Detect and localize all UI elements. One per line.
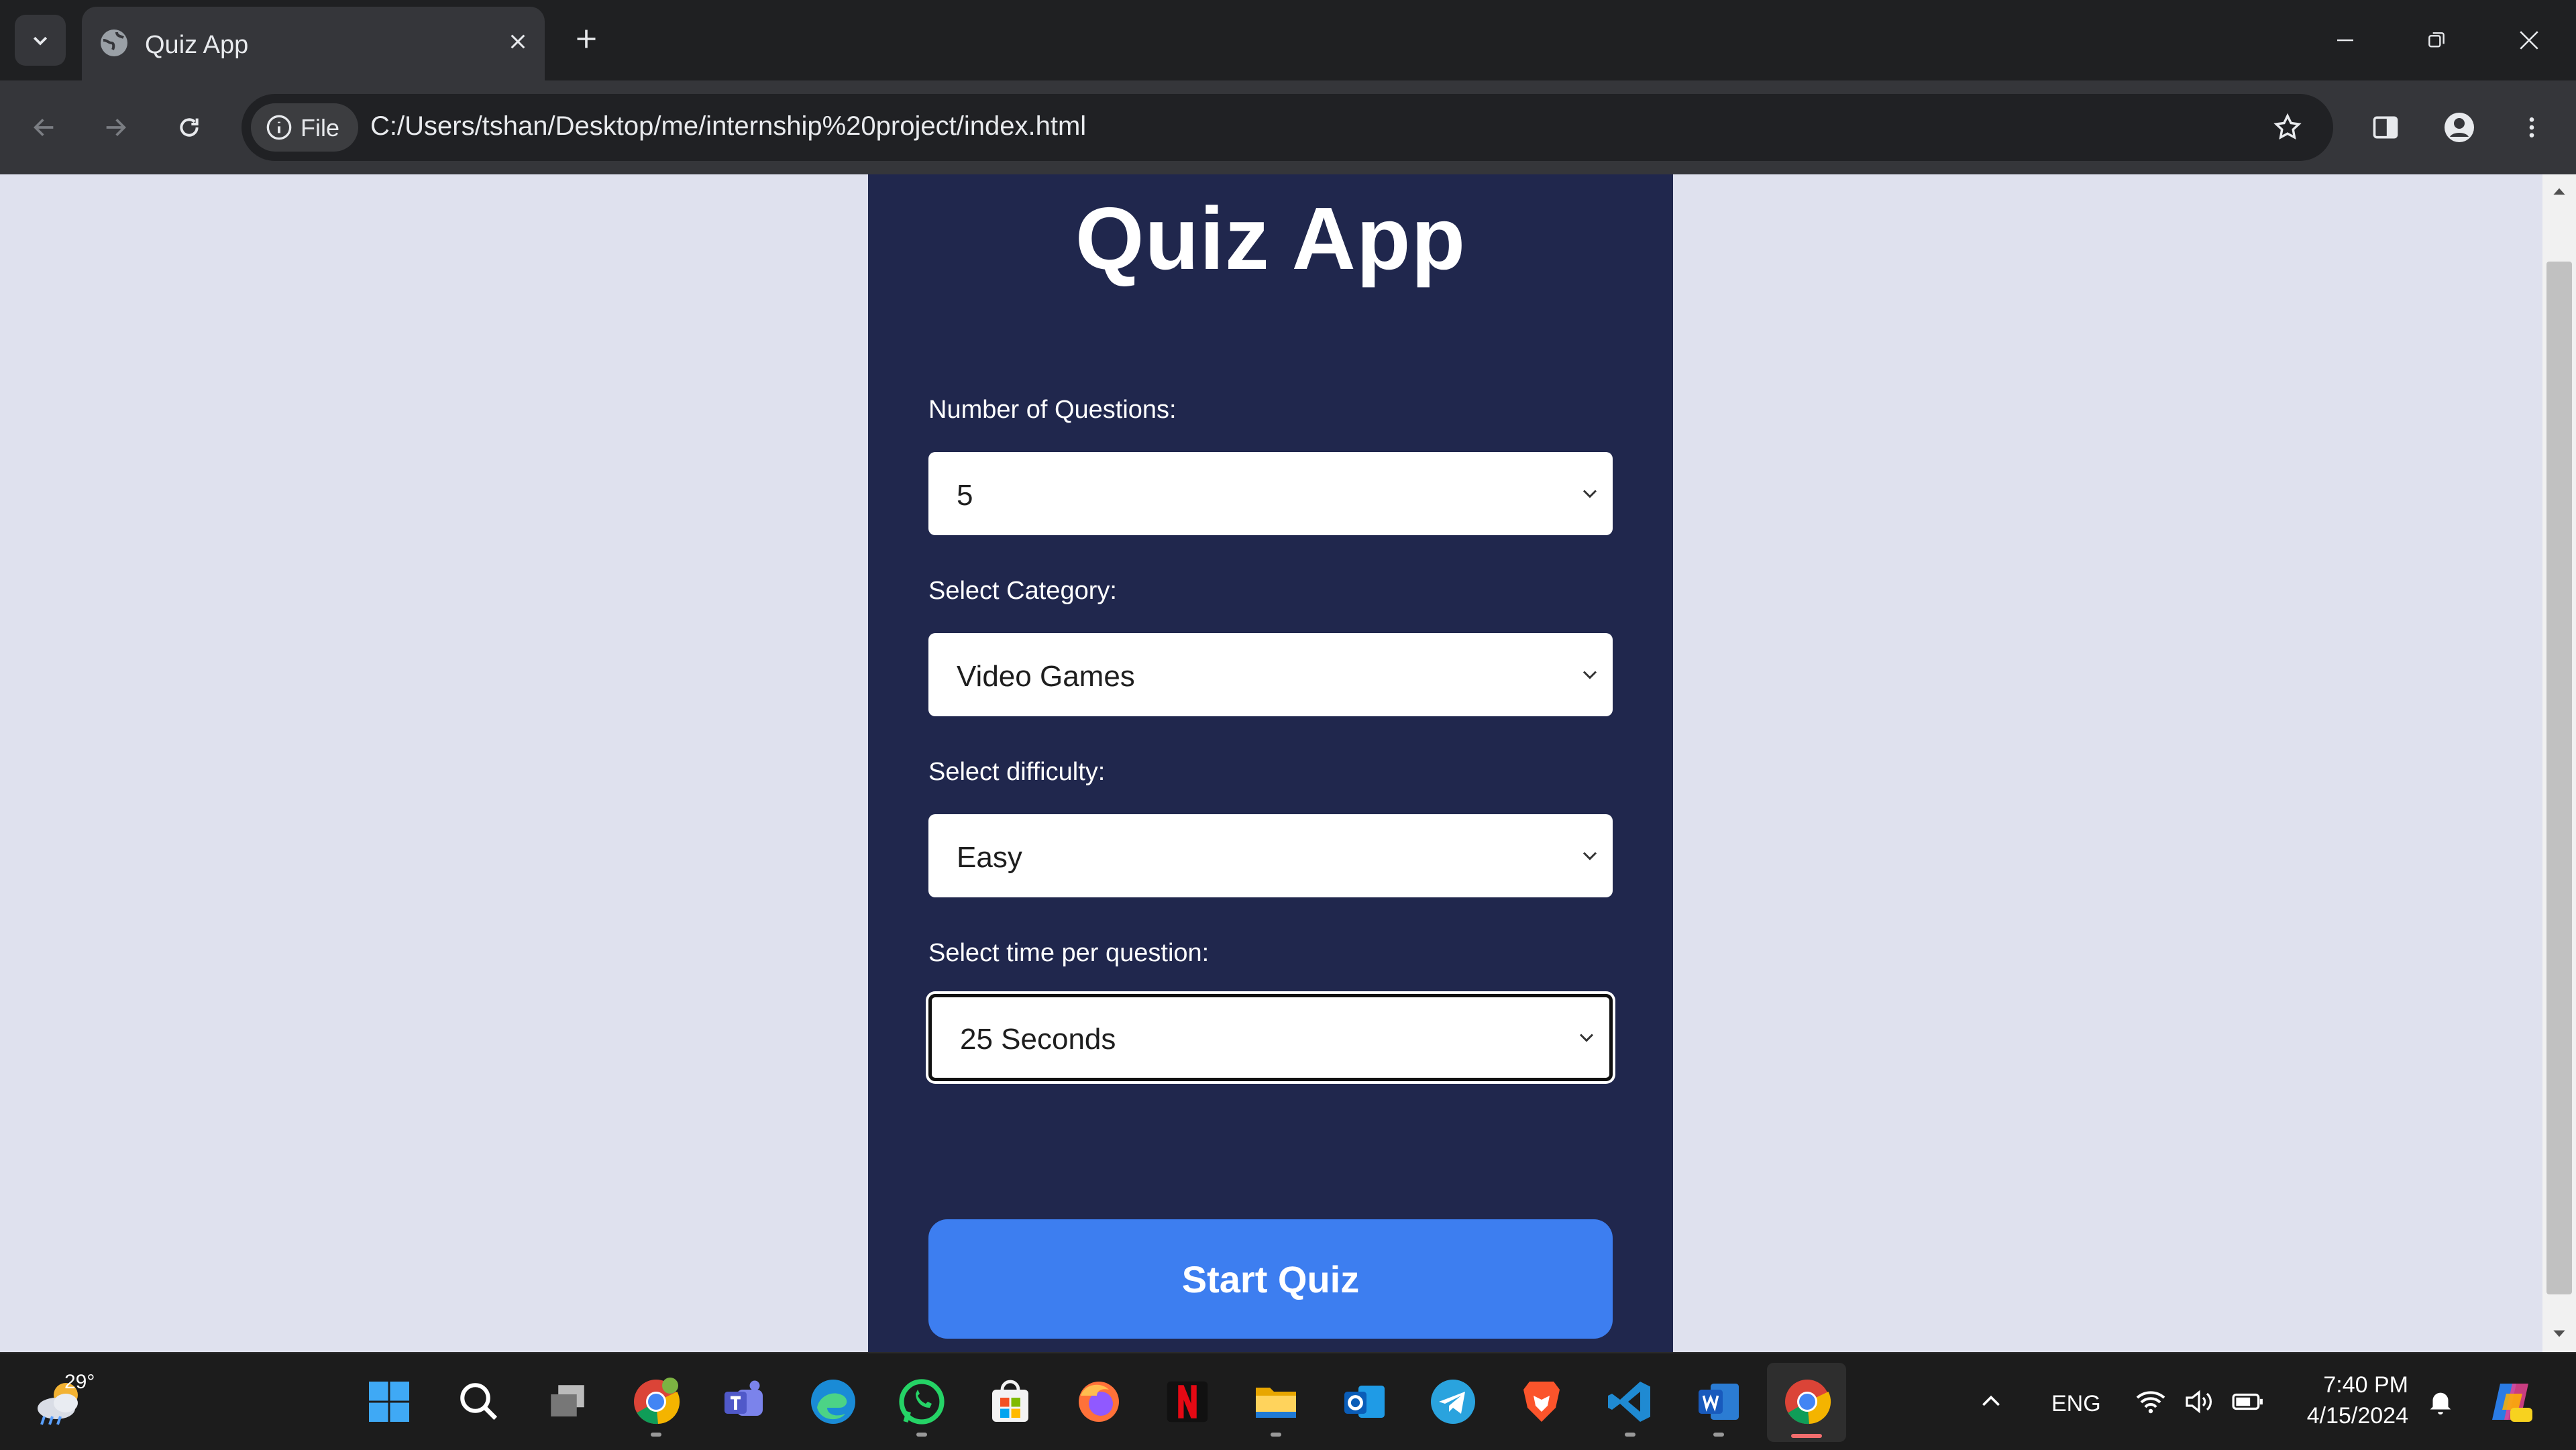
chevron-down-icon [1582, 490, 1597, 498]
copilot-icon[interactable] [2482, 1374, 2538, 1430]
notification-icon[interactable] [2420, 1374, 2461, 1430]
word-icon[interactable] [1690, 1374, 1747, 1430]
close-window-button[interactable] [2509, 20, 2549, 60]
clock-date[interactable]: 4/15/2024 [2289, 1403, 2408, 1429]
address-bar[interactable]: File C:/Users/tshan/Desktop/me/internshi… [241, 94, 2333, 161]
search-icon[interactable] [451, 1374, 507, 1430]
brave-icon[interactable] [1513, 1374, 1570, 1430]
page-viewport: Quiz App Number of Questions: 5 Select C… [0, 174, 2542, 1352]
firefox-icon[interactable] [1071, 1374, 1127, 1430]
back-button[interactable] [24, 107, 64, 148]
forward-button[interactable] [95, 107, 136, 148]
time-per-question-value: 25 Seconds [960, 1023, 1116, 1056]
reload-icon [180, 118, 199, 137]
chevron-down-icon [1582, 671, 1597, 679]
store-icon[interactable] [982, 1374, 1038, 1430]
time-per-question-label: Select time per question: [928, 939, 1210, 967]
clock-time[interactable]: 7:40 PM [2308, 1372, 2408, 1398]
arrow-left-icon [34, 119, 54, 136]
difficulty-label: Select difficulty: [928, 758, 1106, 786]
scrollbar-thumb[interactable] [2546, 262, 2572, 1294]
start-quiz-button[interactable]: Start Quiz [928, 1219, 1613, 1339]
file-chip-label: File [301, 114, 340, 142]
plus-icon [577, 30, 596, 48]
side-panel-button[interactable] [2365, 107, 2406, 148]
url-text[interactable]: C:/Users/tshan/Desktop/me/internship%20p… [370, 111, 1086, 142]
weather-temp: 29° [64, 1371, 95, 1393]
side-panel-icon [2373, 116, 2398, 139]
scroll-up-icon[interactable] [2551, 182, 2568, 200]
menu-button[interactable] [2512, 107, 2552, 148]
vertical-scrollbar[interactable] [2542, 174, 2576, 1352]
tab-title: Quiz App [145, 31, 249, 59]
kebab-menu-icon [2529, 117, 2534, 137]
wifi-icon[interactable] [2131, 1374, 2171, 1430]
browser-tab[interactable]: Quiz App [82, 7, 545, 80]
browser-toolbar: File C:/Users/tshan/Desktop/me/internshi… [0, 80, 2576, 174]
chevron-down-icon [33, 36, 48, 46]
teams-icon[interactable] [716, 1374, 773, 1430]
scroll-down-icon[interactable] [2551, 1325, 2568, 1343]
category-label: Select Category: [928, 577, 1117, 605]
reload-button[interactable] [169, 107, 209, 148]
tab-search-button[interactable] [15, 15, 66, 66]
quiz-setup-card: Quiz App Number of Questions: 5 Select C… [868, 174, 1673, 1352]
file-explorer-icon[interactable] [1248, 1374, 1304, 1430]
time-per-question-select[interactable]: 25 Seconds [928, 994, 1613, 1081]
bookmark-button[interactable] [2267, 107, 2308, 148]
browser-tab-strip: Quiz App [0, 0, 2576, 80]
globe-icon [101, 30, 127, 56]
language-indicator[interactable]: ENG [2051, 1391, 2101, 1417]
weather-widget[interactable]: 29° [34, 1371, 114, 1438]
questions-count-select[interactable]: 5 [928, 452, 1613, 535]
minimize-button[interactable] [2325, 20, 2365, 60]
minimize-icon [2337, 39, 2353, 42]
close-icon [511, 34, 525, 49]
netflix-icon[interactable] [1159, 1374, 1216, 1430]
chevron-up-icon[interactable] [1971, 1374, 2011, 1430]
task-view-icon[interactable] [539, 1374, 596, 1430]
restore-icon [2428, 32, 2445, 48]
windows-taskbar: 29° ENG 7:40 PM 4/15/2024 [0, 1352, 2576, 1450]
vscode-icon[interactable] [1602, 1374, 1658, 1430]
chevron-down-icon [1582, 852, 1597, 860]
profile-button[interactable] [2439, 107, 2479, 148]
category-value: Video Games [957, 660, 1135, 693]
new-tab-button[interactable] [568, 20, 605, 58]
star-icon [2273, 113, 2302, 140]
restore-button[interactable] [2416, 20, 2457, 60]
chrome-active-icon[interactable] [1779, 1374, 1835, 1430]
arrow-right-icon [106, 119, 126, 136]
telegram-icon[interactable] [1425, 1374, 1481, 1430]
volume-icon[interactable] [2179, 1374, 2219, 1430]
whatsapp-icon[interactable] [894, 1374, 950, 1430]
windows-start-icon[interactable] [361, 1374, 417, 1430]
site-info-chip[interactable]: File [251, 103, 358, 152]
category-select[interactable]: Video Games [928, 633, 1613, 716]
active-app-indicator [1791, 1434, 1822, 1438]
chrome-icon[interactable] [628, 1374, 684, 1430]
difficulty-value: Easy [957, 841, 1022, 874]
info-icon [266, 115, 292, 140]
difficulty-select[interactable]: Easy [928, 814, 1613, 897]
chevron-down-icon [1579, 1034, 1594, 1042]
battery-icon[interactable] [2227, 1374, 2267, 1430]
outlook-icon[interactable] [1336, 1374, 1393, 1430]
questions-count-label: Number of Questions: [928, 396, 1177, 424]
tab-close-button[interactable] [499, 23, 537, 60]
page-title: Quiz App [1075, 189, 1466, 288]
close-window-icon [2520, 31, 2538, 50]
profile-icon [2445, 113, 2474, 142]
edge-icon[interactable] [805, 1374, 861, 1430]
questions-count-value: 5 [957, 479, 973, 512]
